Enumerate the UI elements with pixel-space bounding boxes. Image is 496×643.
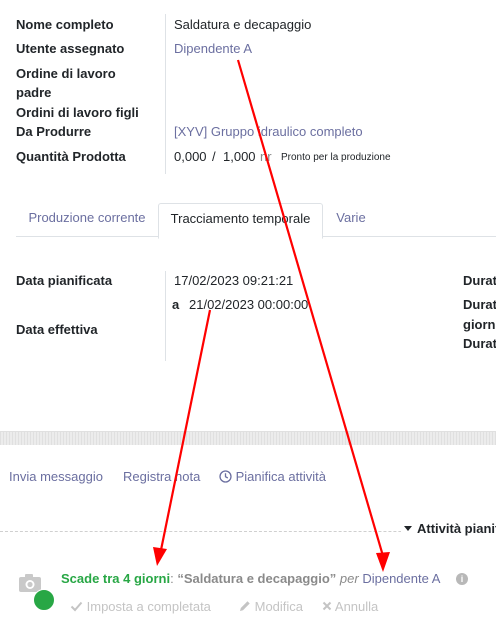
- clock-icon: [219, 470, 232, 483]
- activity-colon: :: [170, 571, 174, 586]
- info-icon[interactable]: i: [456, 573, 468, 585]
- quantita-prodotta-total: 1,000: [223, 149, 256, 164]
- activity-assignee[interactable]: Dipendente A: [362, 571, 440, 586]
- activity-per: per: [339, 571, 359, 586]
- data-pianificata-label: Data pianificata: [16, 273, 113, 288]
- check-icon: [70, 601, 83, 612]
- data-pianificata-start[interactable]: 17/02/2023 09:21:21: [174, 273, 293, 288]
- activities-header: Attività pianif: [417, 521, 496, 536]
- activity-summary: “Saldatura e decapaggio”: [177, 571, 337, 586]
- activity-due: Scade tra 4 giorni: [61, 571, 171, 586]
- chatter-separator: [0, 431, 496, 445]
- activity-status-badge: [33, 589, 55, 611]
- send-message-button[interactable]: Invia messaggio: [9, 469, 103, 484]
- activity-avatar: [18, 572, 55, 611]
- quantita-prodotta-label: Quantità Prodotta: [16, 149, 126, 164]
- ordine-padre-label: Ordine di lavoro: [16, 66, 116, 81]
- durata-label-3: giorn: [463, 317, 496, 332]
- utente-assegnato-link[interactable]: Dipendente A: [174, 41, 252, 56]
- da-produrre-link[interactable]: [XYV] Gruppo idraulico completo: [174, 124, 363, 139]
- durata-label-1: Durat: [463, 273, 496, 288]
- mark-done-button[interactable]: Imposta a completata: [70, 599, 211, 614]
- quantita-slash: /: [212, 149, 216, 164]
- mark-done-label: Imposta a completata: [86, 599, 211, 614]
- schedule-activity-button[interactable]: Pianifica attività: [219, 469, 326, 484]
- da-produrre-label: Da Produrre: [16, 124, 92, 139]
- arrow-assignee-head: [376, 552, 390, 572]
- arrow-date-head: [153, 547, 167, 566]
- arrow-date-line: [159, 309, 212, 551]
- pencil-icon: [240, 601, 250, 611]
- schedule-activity-label: Pianifica attività: [235, 469, 326, 484]
- ordine-padre-label-cont: padre: [16, 85, 52, 100]
- date-range-to: a: [172, 297, 180, 312]
- activities-toggle[interactable]: Attività pianif: [401, 521, 496, 536]
- quantita-uom: nr: [260, 149, 272, 164]
- data-pianificata-end[interactable]: 21/02/2023 00:00:00: [189, 297, 308, 312]
- durata-label-4: Durat: [463, 336, 496, 351]
- caret-down-icon: [404, 526, 412, 531]
- data-effettiva-label: Data effettiva: [16, 322, 98, 337]
- date-separator: [165, 271, 166, 361]
- quantita-status: Pronto per la produzione: [281, 152, 391, 163]
- quantita-prodotta-done[interactable]: 0,000: [174, 149, 207, 164]
- edit-activity-button[interactable]: Modifica: [239, 599, 303, 614]
- durata-label-2: Durat: [463, 297, 496, 312]
- tab-produzione-corrente[interactable]: Produzione corrente: [16, 203, 158, 237]
- cancel-activity-label: Annulla: [334, 599, 379, 614]
- field-separator: [165, 14, 166, 174]
- tab-tracciamento-temporale[interactable]: Tracciamento temporale: [158, 203, 323, 239]
- nome-completo-label: Nome completo: [16, 17, 114, 32]
- nome-completo-value[interactable]: Saldatura e decapaggio: [174, 17, 311, 32]
- edit-activity-label: Modifica: [254, 599, 304, 614]
- times-icon: [322, 601, 332, 611]
- log-note-button[interactable]: Registra nota: [123, 469, 200, 484]
- activity-line: Scade tra 4 giorni: “Saldatura e decapag…: [61, 571, 440, 586]
- ordini-figli-label: Ordini di lavoro figli: [16, 105, 139, 120]
- cancel-activity-button[interactable]: Annulla: [322, 599, 378, 614]
- utente-assegnato-label: Utente assegnato: [16, 41, 125, 56]
- tab-varie[interactable]: Varie: [327, 203, 375, 237]
